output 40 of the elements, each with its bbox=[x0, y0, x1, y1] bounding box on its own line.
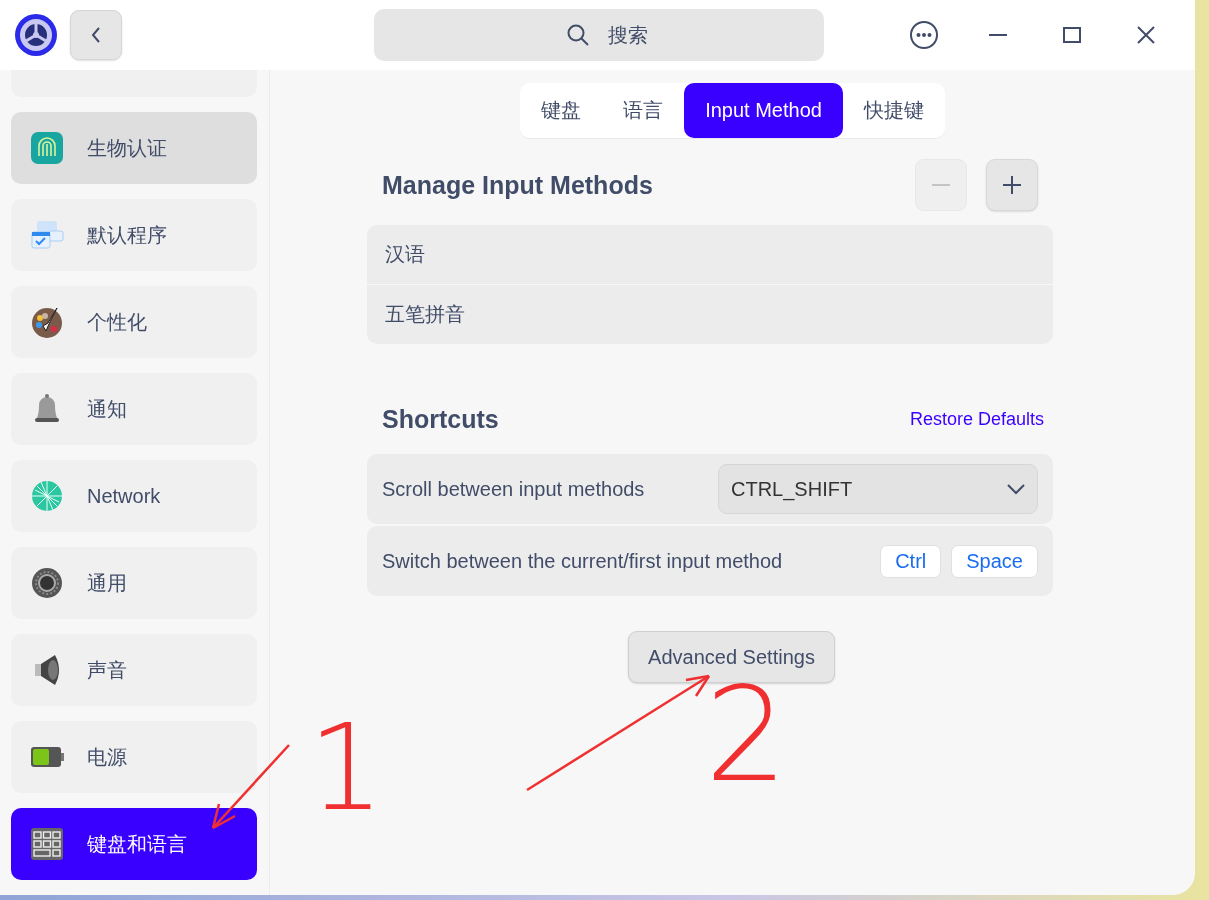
sidebar-item[interactable]: 声音 bbox=[11, 634, 257, 706]
gear-icon bbox=[29, 565, 65, 601]
sidebar-item[interactable]: 通用 bbox=[11, 547, 257, 619]
shortcut-dropdown[interactable]: CTRL_SHIFT bbox=[718, 464, 1038, 514]
section-heading: Shortcuts bbox=[382, 404, 500, 434]
search-field[interactable]: 搜索 bbox=[374, 9, 824, 61]
key-chip: Ctrl bbox=[880, 544, 942, 578]
sidebar-item[interactable]: 个性化 bbox=[11, 286, 257, 358]
sidebar-item[interactable]: 电源 bbox=[11, 721, 257, 793]
fingerprint-icon bbox=[29, 130, 65, 166]
maximize-icon bbox=[1062, 25, 1082, 45]
shortcut-label: Switch between the current/first input method bbox=[382, 549, 784, 573]
tab[interactable]: Input Method bbox=[684, 83, 843, 138]
keyboard-icon bbox=[29, 826, 65, 862]
section-heading: Manage Input Methods bbox=[382, 170, 654, 200]
advanced-settings-button[interactable]: Advanced Settings bbox=[628, 631, 835, 683]
app-logo-icon bbox=[14, 13, 58, 57]
sidebar-item[interactable]: 生物认证 bbox=[11, 112, 257, 184]
annotation-mark: 1 bbox=[308, 708, 385, 828]
search-icon bbox=[566, 23, 590, 47]
minimize-icon bbox=[988, 34, 1008, 36]
chevron-down-icon bbox=[1007, 483, 1025, 495]
sidebar-item[interactable]: 通知 bbox=[11, 373, 257, 445]
globe-icon bbox=[29, 478, 65, 514]
tab[interactable]: 快捷键 bbox=[842, 83, 945, 138]
sidebar-item[interactable]: 键盘和语言 bbox=[11, 808, 257, 880]
list-item[interactable]: 汉语 bbox=[367, 225, 1053, 284]
close-icon bbox=[1136, 25, 1156, 45]
sidebar-item[interactable]: Network bbox=[11, 460, 257, 532]
back-icon bbox=[89, 25, 103, 45]
add-icon bbox=[1001, 174, 1023, 196]
restore-defaults-link[interactable]: Restore Defaults bbox=[909, 408, 1044, 430]
list-item[interactable]: 五笔拼音 bbox=[367, 284, 1053, 344]
tab[interactable]: 语言 bbox=[602, 83, 685, 138]
shortcut-label: Scroll between input methods bbox=[382, 477, 646, 501]
add-button[interactable] bbox=[986, 159, 1038, 211]
sidebar-item[interactable]: 默认程序 bbox=[11, 199, 257, 271]
more-icon bbox=[909, 20, 939, 50]
tab[interactable]: 键盘 bbox=[520, 83, 603, 138]
key-chip: Space bbox=[951, 544, 1038, 578]
